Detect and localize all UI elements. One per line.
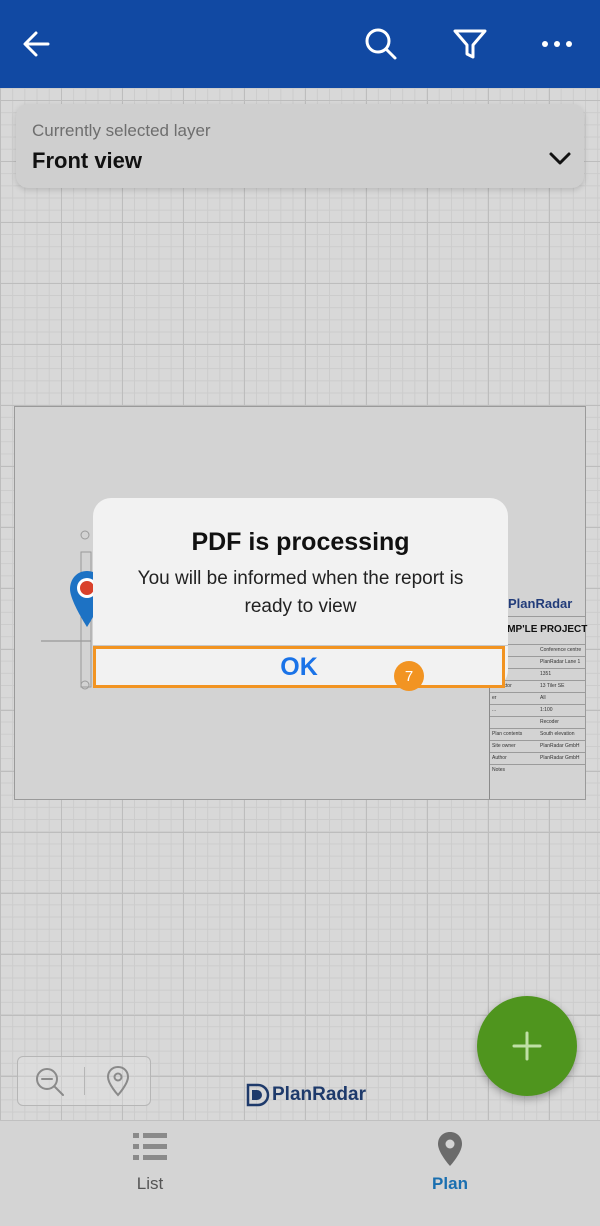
tab-plan[interactable]: Plan: [370, 1121, 530, 1226]
project-title: AMP'LE PROJECT: [500, 624, 588, 635]
controls-divider: [84, 1067, 85, 1095]
layer-selector[interactable]: Currently selected layer Front view: [16, 104, 584, 188]
layer-selector-label: Currently selected layer: [32, 121, 211, 140]
title-block-row: Notes: [490, 764, 586, 777]
search-icon: [365, 28, 397, 60]
chevron-down-icon: [549, 152, 571, 165]
ok-button[interactable]: OK: [93, 646, 505, 688]
map-pin-icon: [438, 1132, 462, 1166]
add-ticket-button[interactable]: [477, 996, 577, 1096]
planradar-brand: PlanRadar: [246, 1083, 366, 1107]
filter-icon: [453, 29, 487, 59]
map-pin-icon[interactable]: [106, 1065, 130, 1097]
map-controls: [17, 1056, 151, 1106]
list-icon: [133, 1133, 167, 1160]
dialog-message: You will be informed when the report is …: [137, 568, 464, 617]
selected-layer-value: Front view: [32, 148, 143, 173]
tab-list[interactable]: List: [70, 1121, 230, 1226]
back-button[interactable]: [12, 20, 60, 68]
bottom-tab-bar: List Plan: [0, 1120, 600, 1226]
more-button[interactable]: [533, 20, 581, 68]
plus-icon: [512, 1031, 542, 1061]
top-app-bar: [0, 0, 600, 88]
more-horizontal-icon: [542, 41, 572, 47]
step-badge: 7: [394, 661, 424, 691]
tab-plan-label: Plan: [432, 1174, 468, 1193]
tab-list-label: List: [136, 1174, 164, 1193]
filter-button[interactable]: [446, 20, 494, 68]
brand-text: PlanRadar: [272, 1084, 366, 1105]
title-block-brand: PlanRadar: [508, 596, 573, 611]
dialog-title: PDF is processing: [191, 528, 410, 556]
arrow-left-icon: [23, 31, 50, 57]
zoom-out-icon[interactable]: [34, 1066, 66, 1098]
planradar-logo-icon: [246, 1083, 270, 1107]
search-button[interactable]: [357, 20, 405, 68]
